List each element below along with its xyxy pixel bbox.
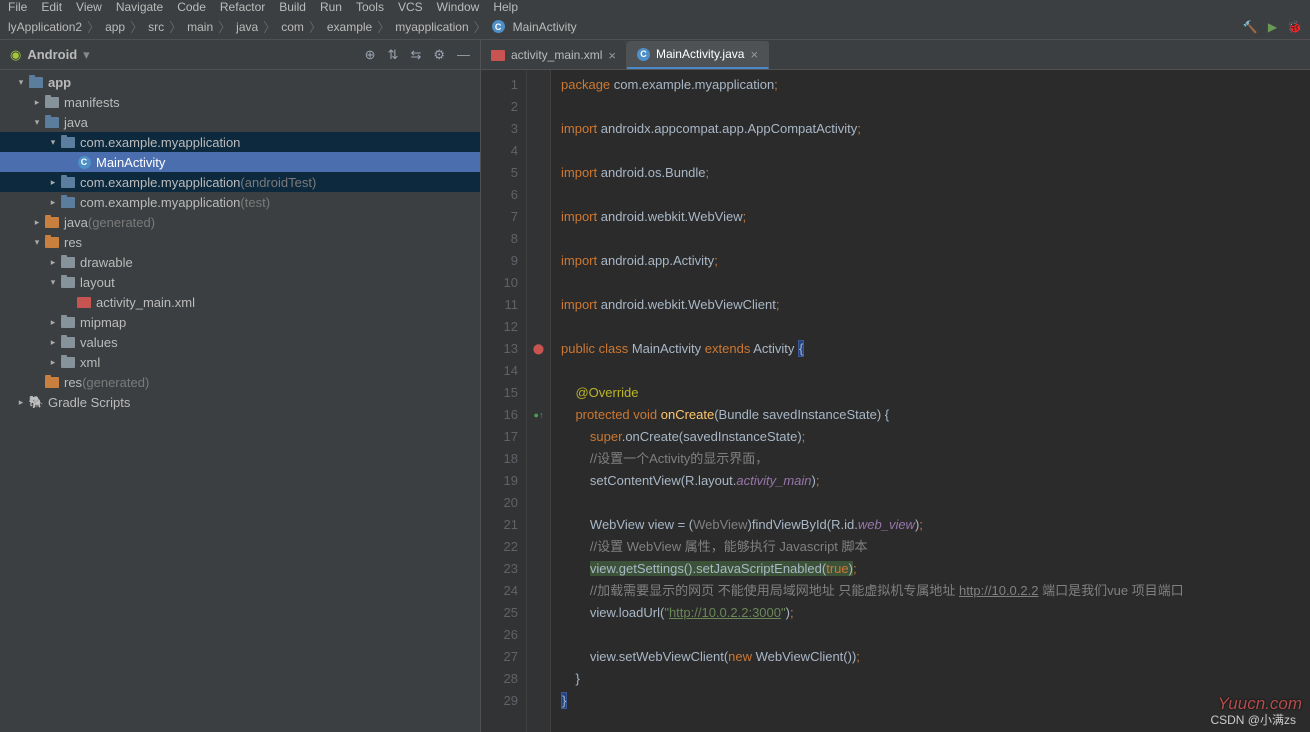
target-icon[interactable]: ⊕ bbox=[365, 47, 376, 63]
chevron-icon[interactable]: ▸ bbox=[46, 197, 60, 208]
chevron-icon[interactable]: ▸ bbox=[46, 177, 60, 188]
menu-edit[interactable]: Edit bbox=[41, 0, 62, 14]
menu-tools[interactable]: Tools bbox=[356, 0, 384, 14]
run-icon[interactable]: ▶ bbox=[1268, 20, 1277, 34]
breadcrumb-item[interactable]: app bbox=[105, 20, 125, 34]
tree-label: layout bbox=[80, 275, 115, 290]
chevron-icon[interactable]: ▸ bbox=[46, 357, 60, 368]
gutter-marks: ⬤●↑ bbox=[527, 70, 551, 732]
editor-pane: activity_main.xml×CMainActivity.java× 12… bbox=[481, 40, 1310, 732]
tree-item[interactable]: ▾ res bbox=[0, 232, 480, 252]
tree-item[interactable]: ▸ drawable bbox=[0, 252, 480, 272]
chevron-icon[interactable]: ▸ bbox=[30, 97, 44, 108]
tree-item[interactable]: ▸🐘Gradle Scripts bbox=[0, 392, 480, 412]
menu-view[interactable]: View bbox=[76, 0, 102, 14]
breadcrumb-item[interactable]: com bbox=[281, 20, 304, 34]
chevron-icon[interactable]: ▸ bbox=[14, 397, 28, 408]
tree-label: xml bbox=[80, 355, 100, 370]
tree-label: drawable bbox=[80, 255, 133, 270]
tree-label: java bbox=[64, 115, 88, 130]
chevron-icon[interactable]: ▾ bbox=[30, 237, 44, 248]
chevron-icon[interactable]: ▸ bbox=[30, 217, 44, 228]
line-numbers: 1234567891011121314151617181920212223242… bbox=[481, 70, 527, 732]
close-icon[interactable]: × bbox=[750, 47, 758, 62]
breadcrumb-item[interactable]: CMainActivity bbox=[492, 20, 577, 34]
tree-label: MainActivity bbox=[96, 155, 165, 170]
tree-item[interactable]: ▾ java bbox=[0, 112, 480, 132]
tree-label: Gradle Scripts bbox=[48, 395, 130, 410]
tree-item[interactable]: ▸ manifests bbox=[0, 92, 480, 112]
menubar: File Edit View Navigate Code Refactor Build Run… bbox=[0, 0, 1310, 14]
editor-tabs: activity_main.xml×CMainActivity.java× bbox=[481, 40, 1310, 70]
tree-label: com.example.myapplication bbox=[80, 195, 240, 210]
tree-item[interactable]: ▸ xml bbox=[0, 352, 480, 372]
tree-label: manifests bbox=[64, 95, 120, 110]
build-icon[interactable]: 🔨 bbox=[1243, 20, 1258, 34]
chevron-icon[interactable]: ▸ bbox=[46, 337, 60, 348]
chevron-icon[interactable]: ▾ bbox=[46, 137, 60, 148]
menu-code[interactable]: Code bbox=[177, 0, 206, 14]
menu-refactor[interactable]: Refactor bbox=[220, 0, 265, 14]
menu-window[interactable]: Window bbox=[437, 0, 480, 14]
breadcrumb-item[interactable]: lyApplication2 bbox=[8, 20, 82, 34]
breadcrumb-item[interactable]: main bbox=[187, 20, 213, 34]
breadcrumb-item[interactable]: myapplication bbox=[395, 20, 468, 34]
menu-build[interactable]: Build bbox=[279, 0, 306, 14]
menu-file[interactable]: File bbox=[8, 0, 27, 14]
menu-vcs[interactable]: VCS bbox=[398, 0, 423, 14]
tree-item[interactable]: ▸com.example.myapplication (androidTest) bbox=[0, 172, 480, 192]
tree-label: java bbox=[64, 215, 88, 230]
tree-item[interactable]: ▾ com.example.myapplication bbox=[0, 132, 480, 152]
tree-label: activity_main.xml bbox=[96, 295, 195, 310]
collapse-icon[interactable]: — bbox=[457, 47, 470, 63]
chevron-icon[interactable]: ▾ bbox=[14, 77, 28, 88]
sidebar-title[interactable]: Android bbox=[27, 47, 77, 62]
tree-label: com.example.myapplication bbox=[80, 175, 240, 190]
menu-navigate[interactable]: Navigate bbox=[116, 0, 163, 14]
sort-icon[interactable]: ⇅ bbox=[388, 47, 399, 63]
menu-help[interactable]: Help bbox=[493, 0, 518, 14]
debug-icon[interactable]: 🐞 bbox=[1287, 20, 1302, 34]
tree-item[interactable]: activity_main.xml bbox=[0, 292, 480, 312]
tree-label: app bbox=[48, 75, 71, 90]
filter-icon[interactable]: ⇆ bbox=[410, 47, 421, 63]
project-sidebar: ◉ Android ▾ ⊕ ⇅ ⇆ ⚙ — ▾ app ▸ manifests ▾ jav… bbox=[0, 40, 481, 732]
breadcrumb: lyApplication2〉app〉src〉main〉java〉com〉exa… bbox=[0, 14, 1310, 40]
breadcrumb-item[interactable]: example bbox=[327, 20, 372, 34]
code-editor[interactable]: package com.example.myapplication; impor… bbox=[551, 70, 1310, 732]
chevron-icon[interactable]: ▾ bbox=[30, 117, 44, 128]
chevron-icon[interactable]: ▾ bbox=[46, 277, 60, 288]
tree-item[interactable]: ▸java (generated) bbox=[0, 212, 480, 232]
tree-label: mipmap bbox=[80, 315, 126, 330]
project-tree[interactable]: ▾ app ▸ manifests ▾ java ▾ com.example.myapplic… bbox=[0, 70, 480, 732]
tree-item[interactable]: res (generated) bbox=[0, 372, 480, 392]
breadcrumb-item[interactable]: java bbox=[236, 20, 258, 34]
tree-item[interactable]: ▸ mipmap bbox=[0, 312, 480, 332]
editor-tab[interactable]: activity_main.xml× bbox=[481, 41, 627, 69]
tree-item[interactable]: ▸com.example.myapplication (test) bbox=[0, 192, 480, 212]
tree-label: com.example.myapplication bbox=[80, 135, 240, 150]
chevron-icon[interactable]: ▸ bbox=[46, 257, 60, 268]
menu-run[interactable]: Run bbox=[320, 0, 342, 14]
tree-label: res bbox=[64, 235, 82, 250]
gear-icon[interactable]: ⚙ bbox=[433, 47, 445, 63]
csdn-credit: CSDN @小满zs bbox=[1210, 711, 1296, 728]
android-icon: ◉ bbox=[10, 47, 21, 63]
tree-label: res bbox=[64, 375, 82, 390]
tree-item[interactable]: ▸ values bbox=[0, 332, 480, 352]
close-icon[interactable]: × bbox=[608, 48, 616, 63]
tree-item[interactable]: CMainActivity bbox=[0, 152, 480, 172]
editor-tab[interactable]: CMainActivity.java× bbox=[627, 41, 769, 69]
tree-item[interactable]: ▾ app bbox=[0, 72, 480, 92]
tree-item[interactable]: ▾ layout bbox=[0, 272, 480, 292]
breadcrumb-item[interactable]: src bbox=[148, 20, 164, 34]
dropdown-icon[interactable]: ▾ bbox=[83, 47, 90, 63]
tree-label: values bbox=[80, 335, 118, 350]
chevron-icon[interactable]: ▸ bbox=[46, 317, 60, 328]
